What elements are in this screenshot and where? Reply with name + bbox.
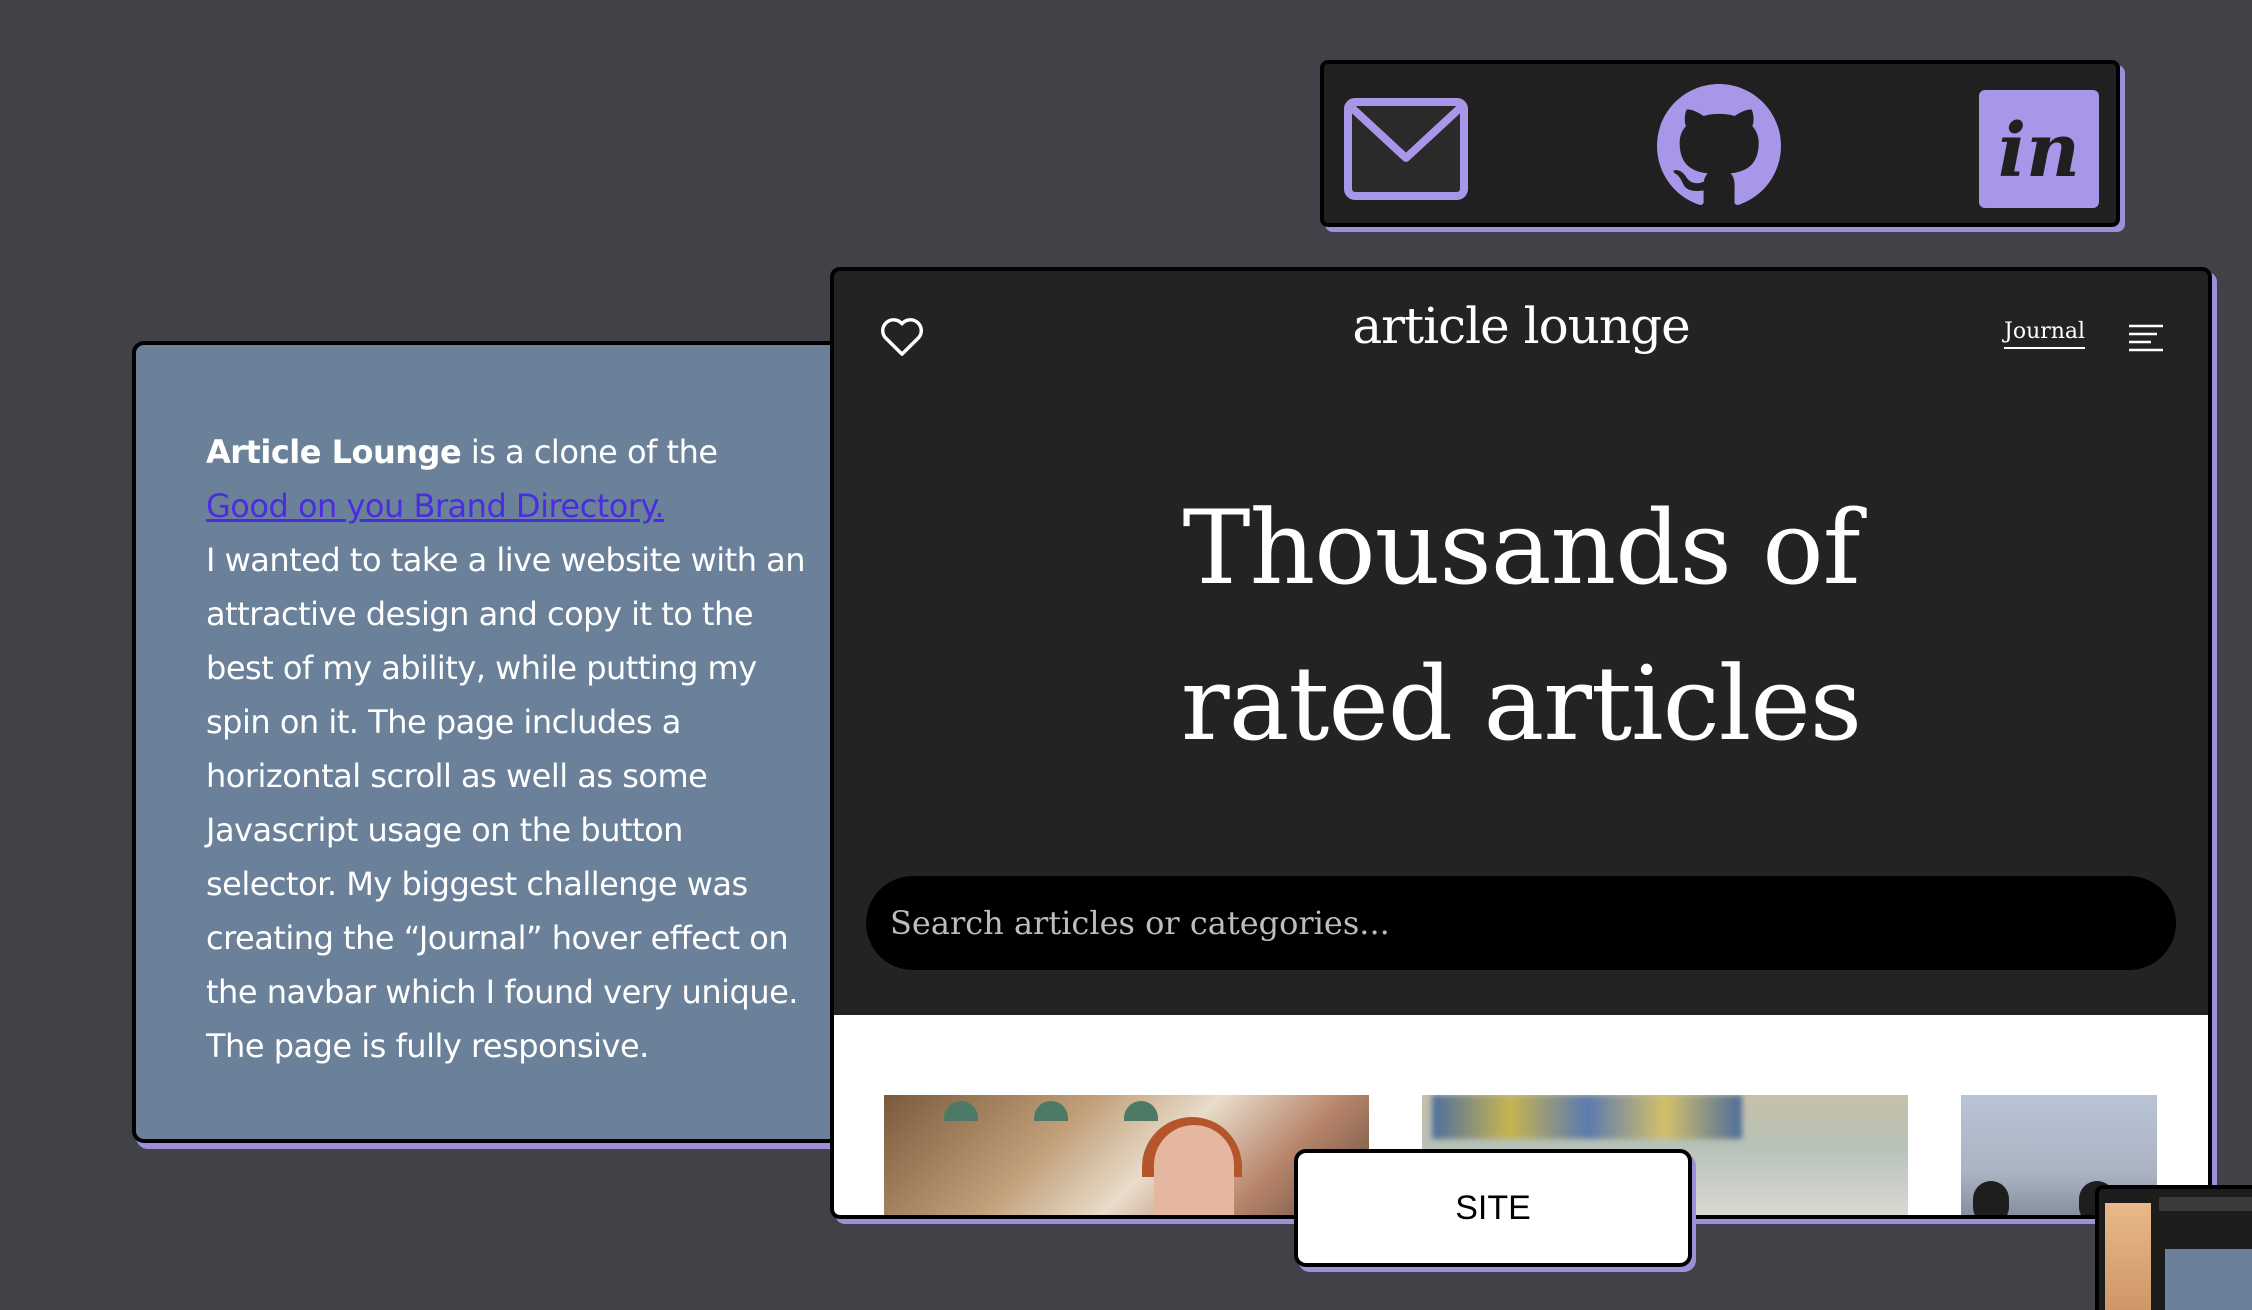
search-input[interactable]: [866, 876, 2176, 970]
next-project-preview[interactable]: [2095, 1185, 2252, 1310]
project-name: Article Lounge: [206, 433, 462, 471]
invision-label: in: [1998, 108, 2080, 194]
hero-line-2: rated articles: [1180, 645, 1862, 764]
intro-text: is a clone of the: [461, 433, 718, 471]
project-description-card: Article Lounge is a clone of the Good on…: [132, 341, 852, 1143]
description-body: I wanted to take a live website with an …: [206, 541, 806, 1065]
journal-nav-link[interactable]: Journal: [2004, 319, 2086, 349]
invision-icon[interactable]: in: [1979, 90, 2099, 208]
site-brand[interactable]: article lounge: [834, 297, 2208, 355]
visit-site-button[interactable]: SITE: [1294, 1149, 1692, 1267]
mail-icon[interactable]: [1344, 98, 1468, 200]
hero-title: Thousands of rated articles: [834, 471, 2208, 783]
hero-line-1: Thousands of: [1182, 489, 1861, 608]
github-icon[interactable]: [1657, 84, 1781, 208]
site-preview-window: article lounge Journal Thousands of rate…: [830, 267, 2212, 1219]
brand-directory-link[interactable]: Good on you Brand Directory.: [206, 487, 665, 525]
social-links-bar: in: [1320, 60, 2120, 227]
hamburger-menu-icon[interactable]: [2129, 323, 2163, 353]
